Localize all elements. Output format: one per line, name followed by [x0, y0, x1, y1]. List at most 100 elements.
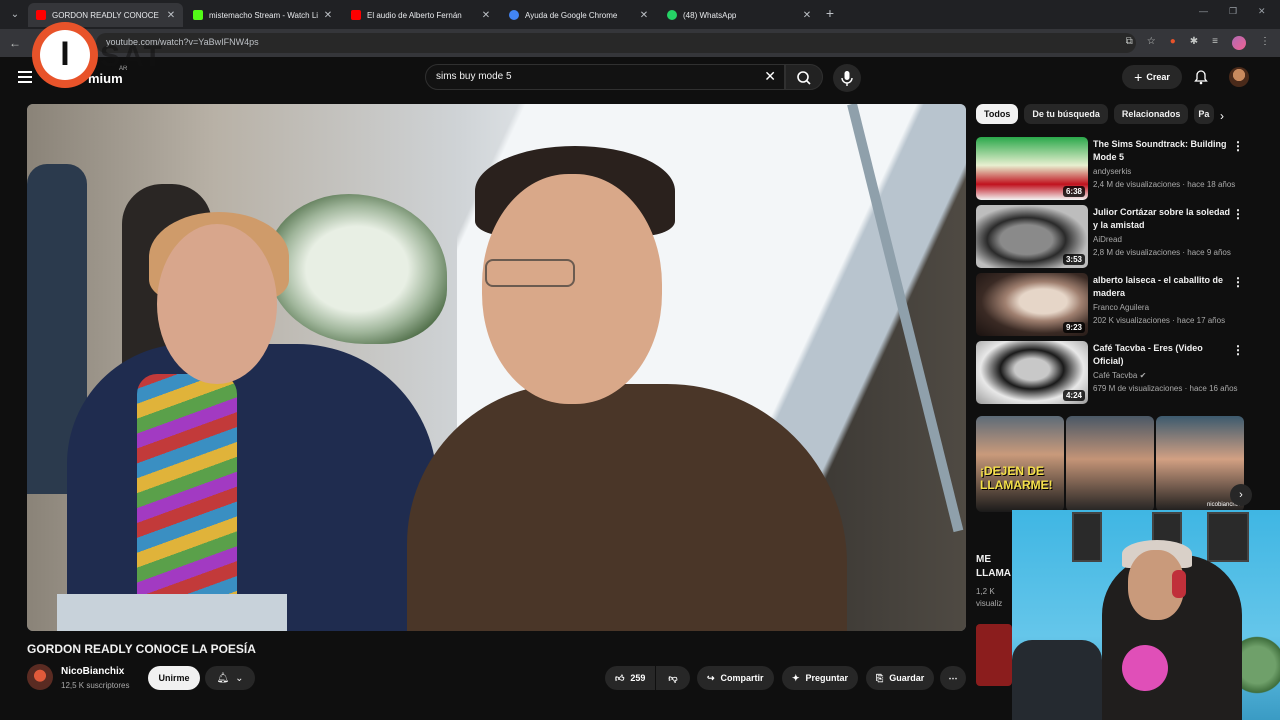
youtube-header: mium AR sims buy mode 5 ✕ + Crear	[0, 57, 1280, 97]
browser-tab-strip: ⌄ GORDON READLY CONOCE ✕ mistemacho Stre…	[0, 0, 1280, 29]
chip-de-tu-busqueda[interactable]: De tu búsqueda	[1024, 104, 1108, 124]
recommendation-channel[interactable]: Franco Aguilera	[1093, 303, 1149, 312]
verified-icon: ✔︎	[1139, 371, 1147, 380]
recommendation-title[interactable]: Julior Cortázar sobre la soledad y la am…	[1093, 206, 1233, 232]
recommendation-stats: 202 K visualizaciones · hace 17 años	[1093, 316, 1226, 325]
search-input[interactable]: sims buy mode 5 ✕	[425, 64, 785, 90]
recommendation-item[interactable]: 3:53 Julior Cortázar sobre la soledad y …	[976, 205, 1266, 269]
ask-button[interactable]: ✦ Preguntar	[782, 666, 859, 690]
video-thumbnail[interactable]: 6:38	[976, 137, 1088, 200]
recommendation-item[interactable]: 9:23 alberto laiseca - el caballito de m…	[976, 273, 1266, 337]
more-horizontal-icon: ⋯	[948, 672, 958, 683]
toolbar-icons: ⧉ ☆ ● ✱ ≡ ⋮	[1126, 36, 1270, 50]
chip-relacionados[interactable]: Relacionados	[1113, 104, 1189, 124]
browser-tab-2[interactable]: mistemacho Stream - Watch Li ✕	[185, 3, 340, 27]
short-thumbnail[interactable]: ¡DEJEN DE LLAMARME!	[976, 416, 1064, 512]
like-button[interactable]: 👍︎ 259	[605, 666, 655, 690]
clear-search-icon[interactable]: ✕	[764, 68, 776, 85]
video-player[interactable]	[27, 104, 966, 631]
more-vertical-icon[interactable]: ⋮	[1232, 207, 1244, 221]
media-control-icon[interactable]: ≡	[1212, 36, 1218, 50]
chip-partial[interactable]: Pa	[1194, 104, 1215, 124]
shorts-next-button[interactable]: ›	[1230, 484, 1252, 506]
minimize-icon[interactable]: —	[1199, 6, 1208, 16]
close-window-icon[interactable]: ✕	[1258, 6, 1266, 17]
more-actions-button[interactable]: ⋯	[940, 666, 966, 690]
video-thumbnail[interactable]: 3:53	[976, 205, 1088, 268]
short-title[interactable]: ME LLAMA	[976, 553, 1011, 581]
menu-icon[interactable]	[18, 71, 32, 83]
bookmark-icon: ⎘	[876, 672, 884, 683]
whatsapp-favicon-icon	[667, 10, 677, 20]
video-thumbnail[interactable]: 4:24	[976, 341, 1088, 404]
profile-avatar-icon[interactable]	[1232, 36, 1246, 50]
short-views: 1,2 Kvisualiz	[976, 587, 1003, 608]
subscriber-count: 12,5 K suscriptores	[61, 681, 130, 690]
chevron-right-icon[interactable]: ›	[1220, 109, 1224, 123]
save-button[interactable]: ⎘ Guardar	[866, 666, 935, 690]
recommendation-title[interactable]: Café Tacvba - Eres (Video Oficial)	[1093, 342, 1233, 368]
video-thumbnail[interactable]: 9:23	[976, 273, 1088, 336]
close-tab-icon[interactable]: ✕	[322, 10, 334, 21]
browser-tab-1[interactable]: GORDON READLY CONOCE ✕	[28, 3, 183, 27]
recommendation-stats: 2,4 M de visualizaciones · hace 18 años	[1093, 180, 1236, 189]
recommendation-channel[interactable]: AiDread	[1093, 235, 1122, 244]
chip-todos[interactable]: Todos	[976, 104, 1019, 124]
address-bar[interactable]: youtube.com/watch?v=YaBwIFNW4ps	[96, 33, 1136, 53]
recommendation-item[interactable]: 6:38 The Sims Soundtrack: Building Mode …	[976, 137, 1266, 201]
browser-tab-5[interactable]: (48) WhatsApp ✕	[659, 3, 819, 27]
search-icon	[797, 71, 811, 85]
browser-menu-icon[interactable]: ⋮	[1260, 36, 1270, 50]
watermark-logo: I	[32, 22, 98, 88]
recommendation-item[interactable]: 4:24 Café Tacvba - Eres (Video Oficial) …	[976, 341, 1266, 405]
notifications-bell-icon[interactable]	[1193, 69, 1209, 85]
recommendation-channel[interactable]: andyserkis	[1093, 167, 1131, 176]
watermark-text: SAT	[100, 40, 164, 73]
shorts-shelf: ¡DEJEN DE LLAMARME! nicobianchix	[976, 416, 1246, 512]
short-thumbnail[interactable]	[1066, 416, 1154, 512]
back-icon[interactable]: ←	[9, 36, 21, 50]
account-avatar[interactable]	[1229, 67, 1249, 87]
recommendation-channel[interactable]: Café Tacvba ✔︎	[1093, 371, 1146, 380]
create-button[interactable]: + Crear	[1122, 65, 1182, 89]
subscription-bell-button[interactable]: 🔔︎ ⌄	[205, 666, 255, 690]
youtube-favicon-icon	[351, 10, 361, 20]
kick-favicon-icon	[193, 10, 203, 20]
install-app-icon[interactable]: ⧉	[1126, 36, 1133, 50]
more-vertical-icon[interactable]: ⋮	[1232, 343, 1244, 357]
close-tab-icon[interactable]: ✕	[638, 10, 650, 21]
share-button[interactable]: ↪ Compartir	[697, 666, 774, 690]
extension-icon[interactable]: ●	[1170, 36, 1176, 50]
sparkle-icon: ✦	[792, 672, 800, 683]
plus-icon: +	[1134, 69, 1143, 85]
thumbs-down-icon: 👎︎	[668, 672, 678, 683]
chevron-down-icon: ⌄	[235, 672, 244, 684]
video-title: GORDON READLY CONOCE LA POESÍA	[27, 642, 256, 656]
recommendation-title[interactable]: alberto laiseca - el caballito de madera	[1093, 274, 1233, 300]
extensions-puzzle-icon[interactable]: ✱	[1190, 36, 1198, 50]
recommendation-title[interactable]: The Sims Soundtrack: Building Mode 5	[1093, 138, 1233, 164]
close-tab-icon[interactable]: ✕	[165, 10, 177, 21]
filter-chips: Todos De tu búsqueda Relacionados Pa	[976, 104, 1215, 124]
close-tab-icon[interactable]: ✕	[480, 10, 492, 21]
video-thumbnail[interactable]	[976, 624, 1012, 686]
youtube-favicon-icon	[36, 10, 46, 20]
more-vertical-icon[interactable]: ⋮	[1232, 139, 1244, 153]
join-button[interactable]: Unirme	[148, 666, 200, 690]
close-tab-icon[interactable]: ✕	[801, 10, 813, 21]
bookmark-star-icon[interactable]: ☆	[1147, 36, 1156, 50]
browser-tab-4[interactable]: Ayuda de Google Chrome ✕	[501, 3, 656, 27]
channel-avatar[interactable]	[27, 664, 53, 690]
google-favicon-icon	[509, 10, 519, 20]
new-tab-icon[interactable]: +	[822, 5, 838, 23]
recommendation-stats: 2,8 M de visualizaciones · hace 9 años	[1093, 248, 1231, 257]
channel-name[interactable]: NicoBianchix	[61, 666, 124, 677]
browser-tab-3[interactable]: El audio de Alberto Fernán ✕	[343, 3, 498, 27]
maximize-icon[interactable]: ❐	[1229, 6, 1237, 17]
dislike-button[interactable]: 👎︎	[656, 666, 690, 690]
search-button[interactable]	[785, 64, 823, 90]
more-vertical-icon[interactable]: ⋮	[1232, 275, 1244, 289]
tab-search-icon[interactable]: ⌄	[6, 6, 24, 24]
voice-search-button[interactable]	[833, 64, 861, 92]
bell-icon: 🔔︎	[216, 672, 230, 684]
